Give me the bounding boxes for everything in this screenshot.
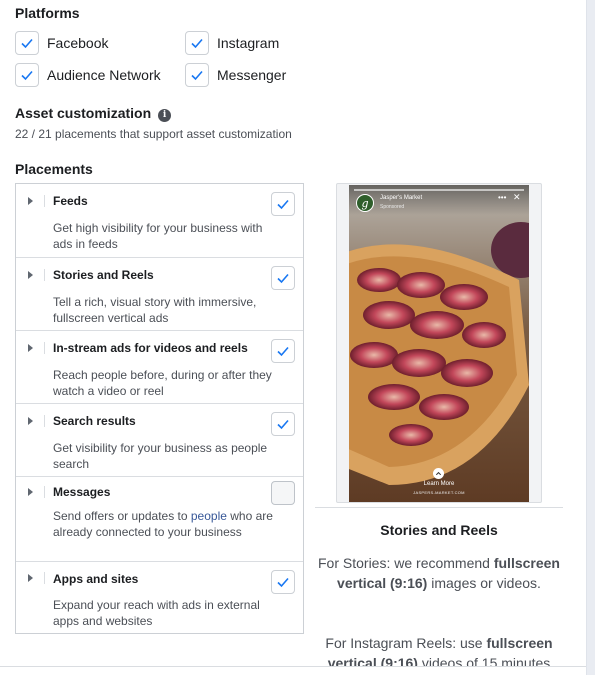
placement-row-search-results[interactable]: Search results Get visibility for your b…: [16, 403, 303, 476]
checkmark-icon: [191, 70, 203, 81]
in-stream-checkbox[interactable]: [271, 339, 295, 363]
placement-row-in-stream[interactable]: In-stream ads for videos and reels Reach…: [16, 330, 303, 403]
instagram-checkbox[interactable]: [185, 31, 209, 55]
placement-title: Search results: [53, 414, 136, 428]
asset-customization-count: 22 / 21 placements that support asset cu…: [15, 127, 292, 141]
placement-title: Messages: [53, 485, 111, 499]
info-icon[interactable]: i: [158, 108, 172, 122]
placement-row-apps-sites[interactable]: Apps and sites Expand your reach with ad…: [16, 561, 303, 633]
placement-description: Expand your reach with ads in external a…: [53, 598, 260, 628]
caret-right-icon[interactable]: [28, 197, 33, 205]
messenger-checkbox[interactable]: [185, 63, 209, 87]
bottom-strip: [0, 667, 586, 675]
messenger-label: Messenger: [217, 67, 287, 83]
instagram-label: Instagram: [217, 35, 280, 51]
right-scroll-rail[interactable]: [586, 0, 595, 675]
sponsored-label: Sponsored: [380, 204, 405, 210]
checkmark-icon: [277, 273, 289, 284]
divider: [44, 415, 45, 427]
search-results-checkbox[interactable]: [271, 412, 295, 436]
placement-title: In-stream ads for videos and reels: [53, 341, 248, 355]
people-link[interactable]: people: [191, 509, 227, 523]
advertiser-name: Jasper's Market: [380, 195, 423, 201]
text: For Stories: we recommend: [318, 555, 494, 571]
preview-title: Stories and Reels: [380, 522, 498, 538]
checkmark-icon: [277, 419, 289, 430]
facebook-label: Facebook: [47, 35, 109, 51]
apps-sites-checkbox[interactable]: [271, 570, 295, 594]
placement-title: Feeds: [53, 194, 88, 208]
checkmark-icon: [21, 70, 33, 81]
asset-customization-title: Asset customization: [15, 105, 152, 121]
placement-description: Get visibility for your business as peop…: [53, 441, 268, 471]
checkmark-icon: [21, 38, 33, 49]
checkmark-icon: [277, 577, 289, 588]
platform-audience-network[interactable]: Audience Network: [15, 63, 161, 87]
facebook-checkbox[interactable]: [15, 31, 39, 55]
placement-row-stories-reels[interactable]: Stories and Reels Tell a rich, visual st…: [16, 257, 303, 330]
placements-heading: Placements: [15, 161, 93, 177]
placement-row-messages[interactable]: Messages Send offers or updates to peopl…: [16, 476, 303, 561]
feeds-checkbox[interactable]: [271, 192, 295, 216]
caret-right-icon[interactable]: [28, 271, 33, 279]
divider: [44, 195, 45, 207]
description-text: Send offers or updates to: [53, 509, 191, 523]
placement-title: Stories and Reels: [53, 268, 154, 282]
text: images or videos.: [427, 575, 541, 591]
preview-stories-recommendation: For Stories: we recommend fullscreen ver…: [315, 553, 563, 593]
divider: [44, 486, 45, 498]
asset-customization-heading: Asset customization i: [15, 105, 172, 122]
story-progress-bar: [354, 189, 524, 191]
platforms-heading: Platforms: [15, 5, 80, 21]
checkmark-icon: [277, 199, 289, 210]
divider: [44, 572, 45, 584]
stories-reels-checkbox[interactable]: [271, 266, 295, 290]
placement-description: Get high visibility for your business wi…: [53, 221, 263, 251]
audience-network-checkbox[interactable]: [15, 63, 39, 87]
placements-list: Feeds Get high visibility for your busin…: [15, 183, 304, 634]
chevron-up-icon: [433, 468, 444, 479]
story-preview: g Jasper's Market Sponsored ••• ✕ Learn …: [349, 185, 529, 502]
platform-messenger[interactable]: Messenger: [185, 63, 286, 87]
caret-right-icon[interactable]: [28, 574, 33, 582]
fig-tart-image: [349, 185, 529, 502]
close-icon: ✕: [513, 192, 521, 202]
placement-description: Tell a rich, visual story with immersive…: [53, 295, 257, 325]
platform-instagram[interactable]: Instagram: [185, 31, 279, 55]
story-url: JASPERS-MARKET.COM: [413, 490, 465, 495]
advertiser-avatar: g: [356, 194, 374, 212]
checkmark-icon: [191, 38, 203, 49]
caret-right-icon[interactable]: [28, 488, 33, 496]
cta-label: Learn More: [423, 481, 455, 487]
text: For Instagram Reels: use: [325, 635, 487, 651]
placement-description: Send offers or updates to people who are…: [53, 508, 273, 540]
caret-right-icon[interactable]: [28, 417, 33, 425]
preview-divider: [315, 507, 563, 508]
placement-description: Reach people before, during or after the…: [53, 368, 272, 398]
divider: [44, 269, 45, 281]
placement-title: Apps and sites: [53, 572, 139, 586]
placement-row-feeds[interactable]: Feeds Get high visibility for your busin…: [16, 184, 303, 257]
checkmark-icon: [277, 346, 289, 357]
divider: [44, 342, 45, 354]
audience-network-label: Audience Network: [47, 67, 161, 83]
more-options-icon: •••: [498, 193, 507, 202]
platform-facebook[interactable]: Facebook: [15, 31, 108, 55]
caret-right-icon[interactable]: [28, 344, 33, 352]
messages-checkbox[interactable]: [271, 481, 295, 505]
